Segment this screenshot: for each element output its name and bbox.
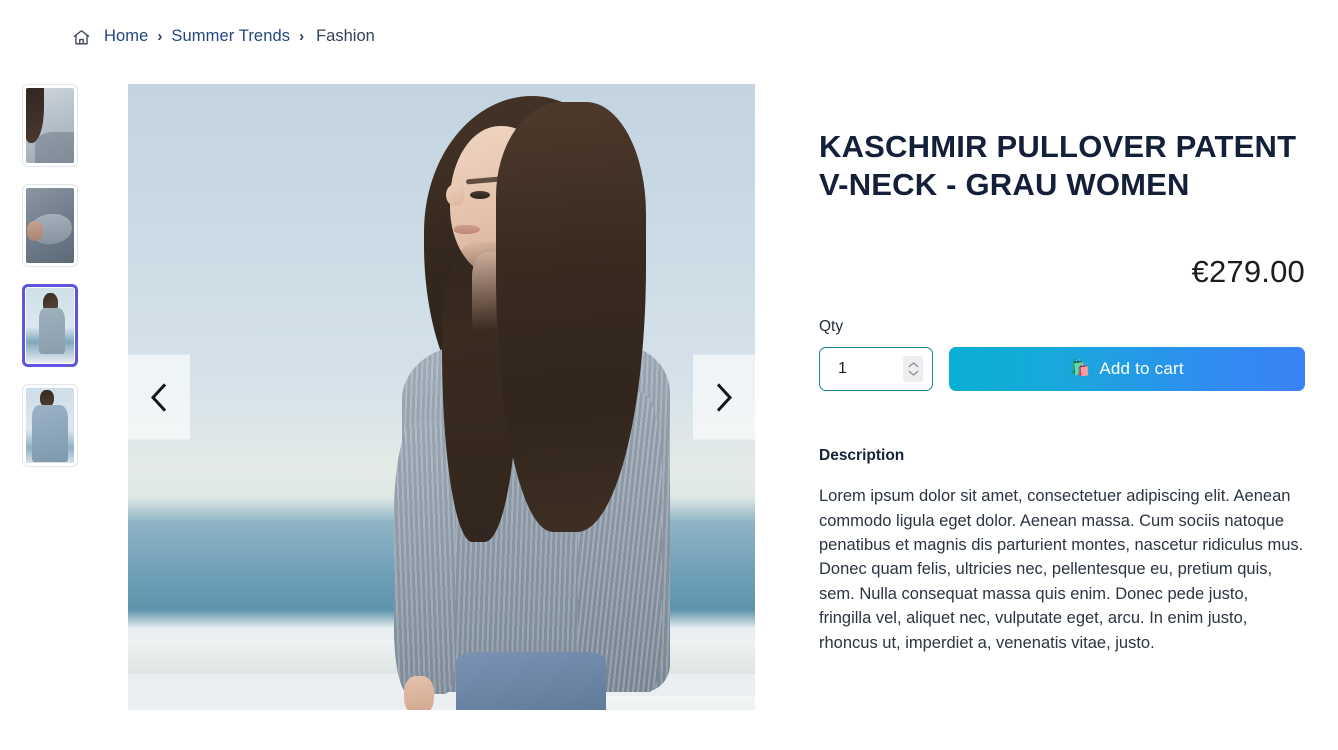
quantity-label: Qty	[819, 318, 844, 336]
sweater-sleeve-left	[394, 422, 456, 694]
model-lips	[454, 225, 480, 234]
thumbnail-image-3	[26, 288, 74, 363]
quantity-spinner-icon[interactable]	[903, 356, 923, 383]
breadcrumb-item-fashion: Fashion	[316, 27, 375, 45]
model-jeans	[456, 652, 606, 710]
breadcrumb-separator: ›	[299, 28, 305, 45]
add-to-cart-label: Add to cart	[1099, 359, 1184, 379]
main-product-image	[128, 84, 755, 710]
thumbnail-gallery	[22, 56, 98, 710]
home-icon[interactable]	[72, 28, 91, 47]
thumbnail-item-2[interactable]	[22, 184, 78, 267]
breadcrumb-item-summer-trends[interactable]: Summer Trends	[171, 27, 290, 46]
thumbnail-image-4	[26, 388, 74, 463]
breadcrumb-item-home[interactable]: Home	[104, 27, 148, 46]
thumbnail-item-3-selected[interactable]	[22, 284, 78, 367]
model-hand	[404, 676, 434, 710]
add-to-cart-button[interactable]: 🛍️ Add to cart	[949, 347, 1305, 392]
product-photo	[128, 84, 755, 710]
quantity-input[interactable]	[838, 360, 890, 379]
model-nose	[446, 184, 464, 206]
quantity-stepper[interactable]	[819, 347, 933, 392]
thumbnail-image-2	[26, 188, 74, 263]
product-page: Kaschmir Pullover Patent V-Neck - Grau W…	[0, 56, 1338, 710]
model-figure	[346, 92, 686, 710]
price-row: €279.00	[819, 254, 1305, 290]
description-heading: Description	[819, 447, 905, 465]
chevron-right-icon	[711, 380, 737, 414]
purchase-row: 🛍️ Add to cart	[819, 347, 1305, 392]
previous-image-button[interactable]	[128, 354, 190, 440]
thumbnail-item-4[interactable]	[22, 384, 78, 467]
page-title: Kaschmir Pullover Patent V-Neck - Grau W…	[819, 129, 1297, 203]
breadcrumb-separator: ›	[157, 28, 163, 45]
thumbnail-image-1	[26, 88, 74, 163]
model-eye	[470, 191, 490, 199]
breadcrumb: Home › Summer Trends › Fashion	[0, 0, 1338, 56]
description-text: Lorem ipsum dolor sit amet, consectetuer…	[819, 487, 1304, 652]
chevron-left-icon	[146, 380, 172, 414]
product-details: Kaschmir Pullover Patent V-Neck - Grau W…	[819, 56, 1305, 710]
next-image-button[interactable]	[693, 354, 755, 440]
thumbnail-item-1[interactable]	[22, 84, 78, 167]
shopping-bags-icon: 🛍️	[1070, 360, 1091, 378]
product-price: €279.00	[1191, 254, 1305, 290]
